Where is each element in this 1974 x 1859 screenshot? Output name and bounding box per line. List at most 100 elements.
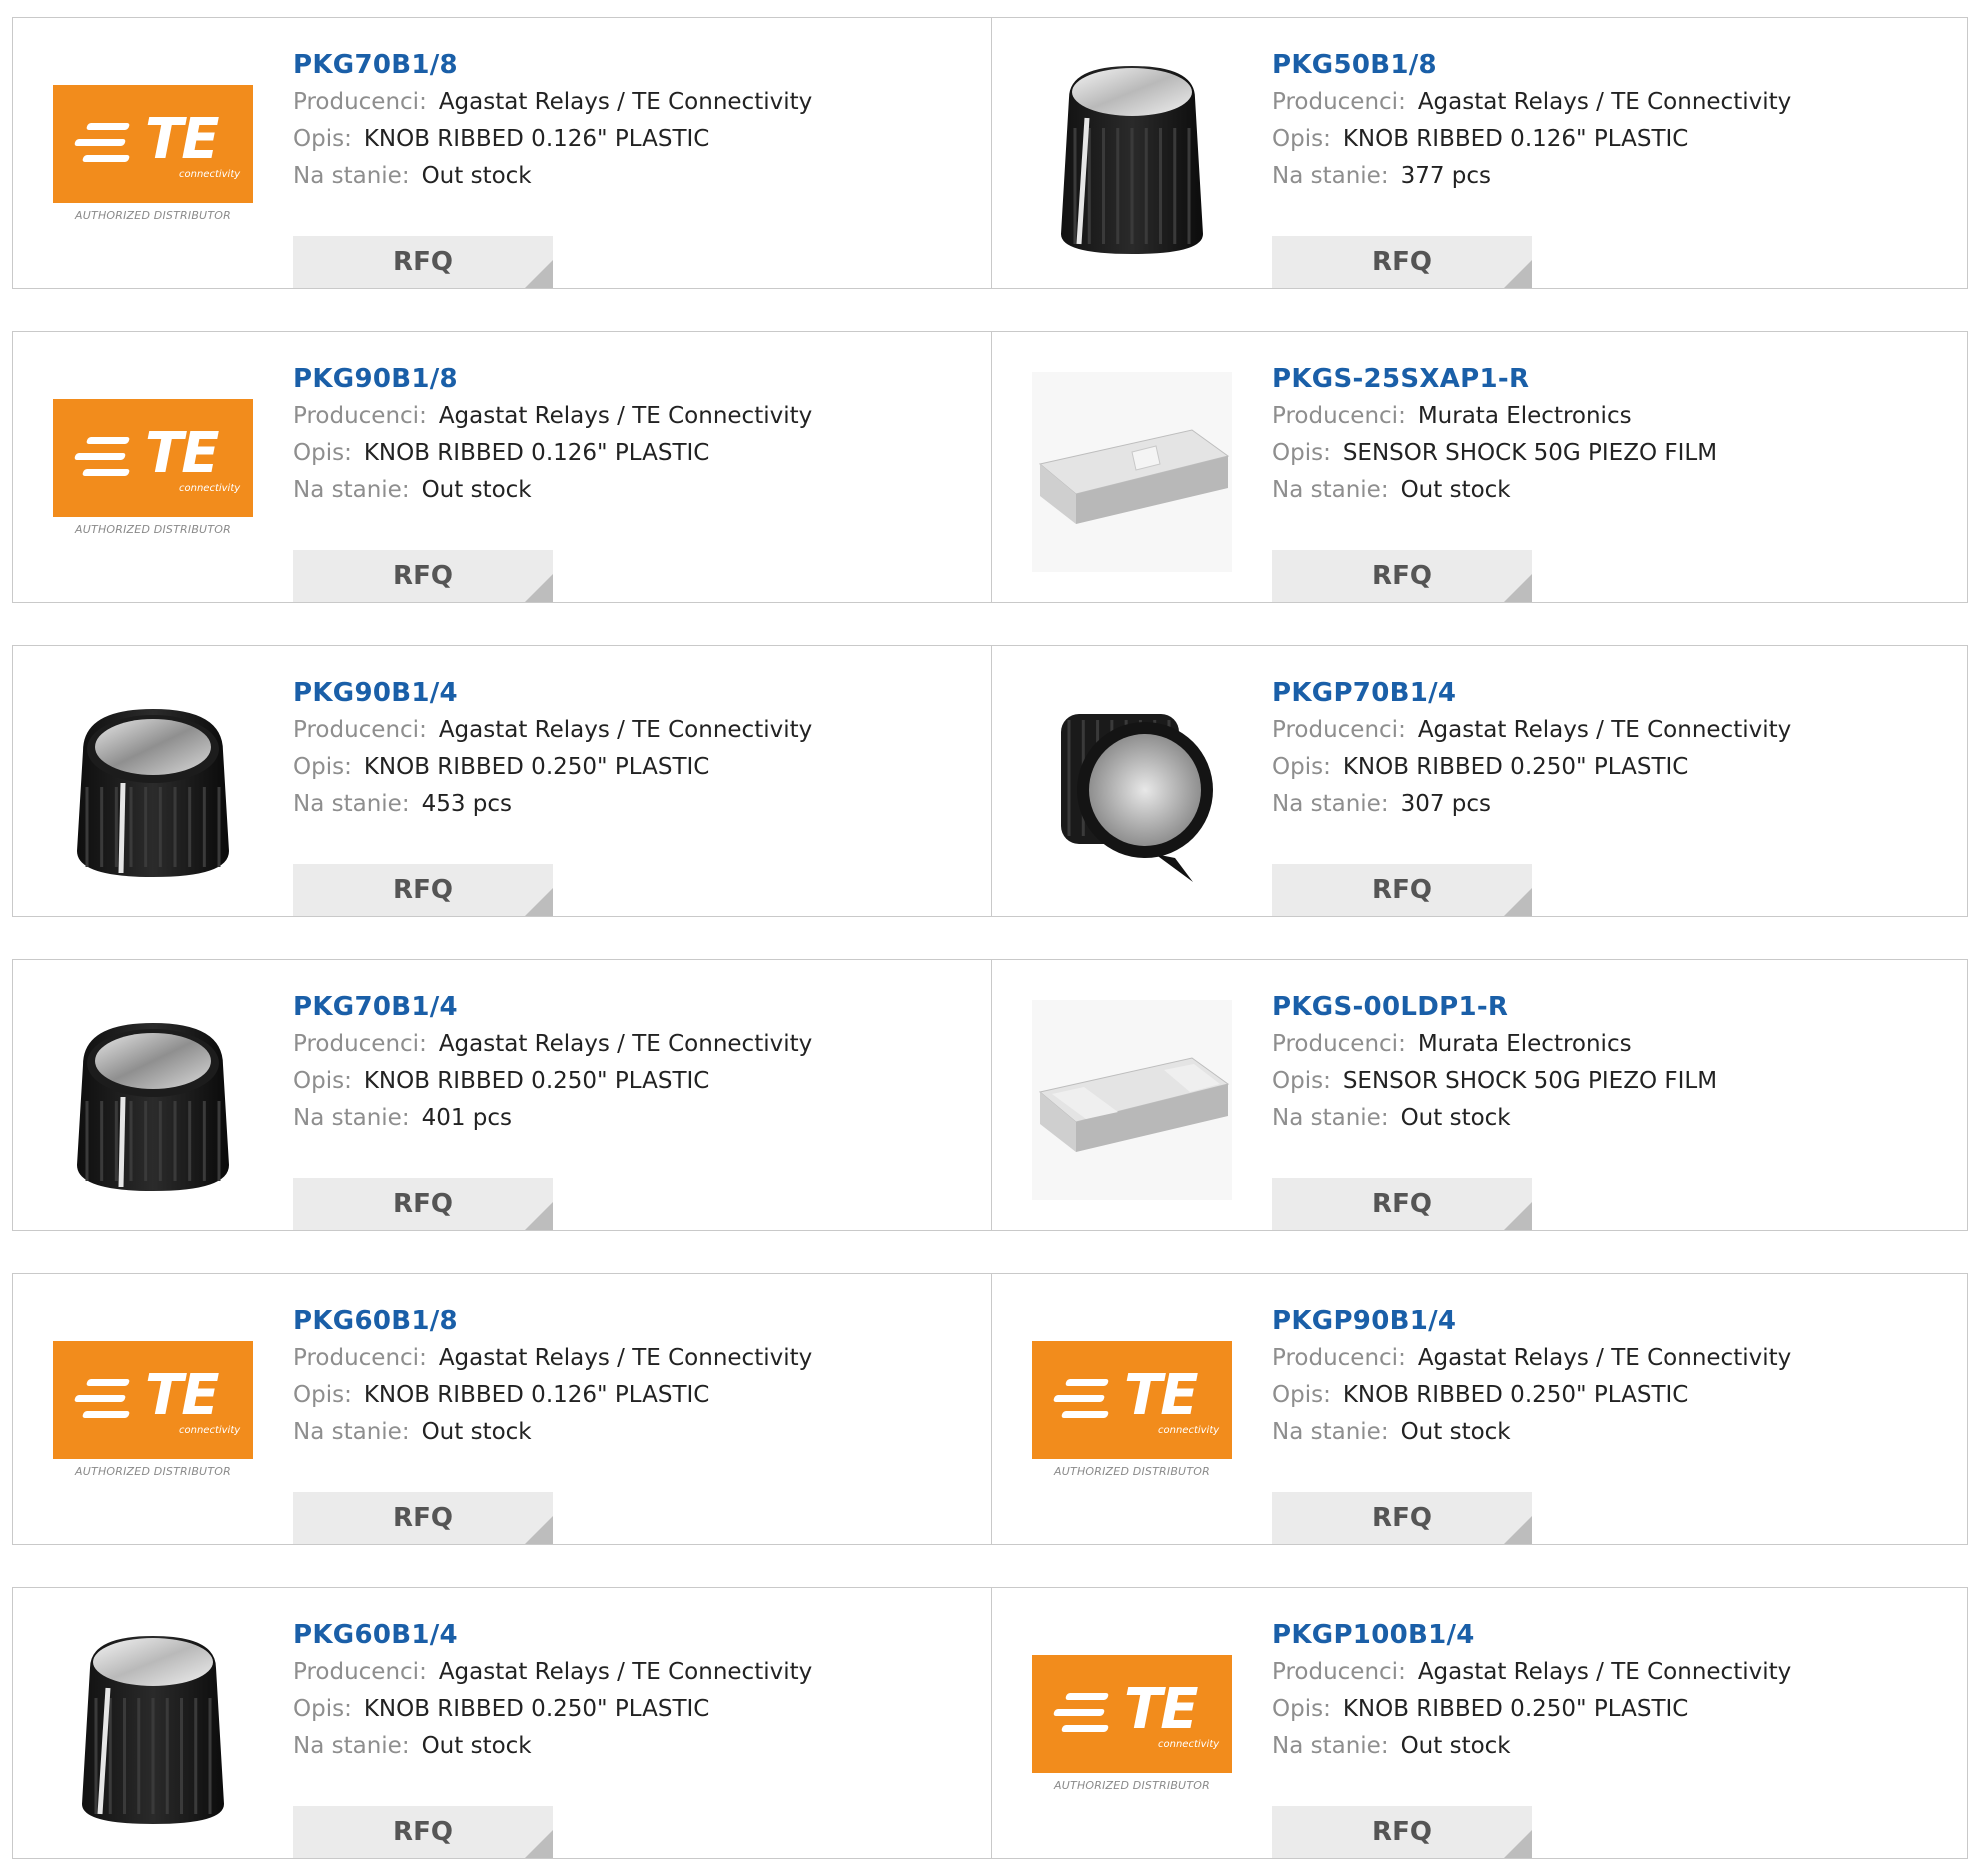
product-info: PKGP100B1/4 Producenci: Agastat Relays / T… bbox=[1272, 1616, 1958, 1858]
manufacturer-line: Producenci: Agastat Relays / TE Connectiv… bbox=[293, 398, 980, 435]
manufacturer-value: Murata Electronics bbox=[1417, 1031, 1632, 1057]
rfq-label: RFQ bbox=[393, 1817, 453, 1847]
rfq-button[interactable]: RFQ bbox=[1272, 550, 1532, 602]
stock-value: 453 pcs bbox=[421, 791, 513, 817]
description-value: KNOB RIBBED 0.126" PLASTIC bbox=[363, 440, 710, 466]
part-number-link[interactable]: PKG50B1/8 bbox=[1272, 46, 1958, 84]
corner-triangle-icon bbox=[1504, 1516, 1532, 1544]
stock-label: Na stanie: bbox=[293, 1419, 410, 1445]
part-number-link[interactable]: PKG70B1/4 bbox=[293, 988, 980, 1026]
part-number-link[interactable]: PKGP90B1/4 bbox=[1272, 1302, 1958, 1340]
corner-triangle-icon bbox=[1504, 1830, 1532, 1858]
description-value: KNOB RIBBED 0.250" PLASTIC bbox=[1342, 754, 1689, 780]
rfq-label: RFQ bbox=[1372, 561, 1432, 591]
manufacturer-value: Agastat Relays / TE Connectivity bbox=[438, 717, 813, 743]
description-line: Opis: KNOB RIBBED 0.250" PLASTIC bbox=[1272, 1691, 1958, 1728]
description-line: Opis: KNOB RIBBED 0.126" PLASTIC bbox=[293, 435, 980, 472]
description-value: KNOB RIBBED 0.250" PLASTIC bbox=[363, 754, 710, 780]
product-card: TE connectivity AUTHORIZED DISTRIBUTOR PKGP… bbox=[991, 1274, 1968, 1544]
manufacturer-line: Producenci: Agastat Relays / TE Connectiv… bbox=[293, 1654, 980, 1691]
stock-line: Na stanie: 453 pcs bbox=[293, 786, 980, 823]
part-number-link[interactable]: PKGS-00LDP1-R bbox=[1272, 988, 1958, 1026]
product-thumbnail[interactable] bbox=[1032, 58, 1232, 258]
product-card: PKG50B1/8 Producenci: Agastat Relays / TE … bbox=[991, 18, 1968, 288]
description-label: Opis: bbox=[293, 1068, 352, 1094]
rfq-label: RFQ bbox=[1372, 247, 1432, 277]
stock-value: Out stock bbox=[1400, 1419, 1511, 1445]
rfq-button[interactable]: RFQ bbox=[293, 864, 553, 916]
stock-line: Na stanie: 377 pcs bbox=[1272, 158, 1958, 195]
part-number-link[interactable]: PKGP100B1/4 bbox=[1272, 1616, 1958, 1654]
part-number-link[interactable]: PKG90B1/4 bbox=[293, 674, 980, 712]
description-value: KNOB RIBBED 0.126" PLASTIC bbox=[1342, 126, 1689, 152]
rfq-button[interactable]: RFQ bbox=[1272, 1806, 1532, 1858]
product-thumbnail[interactable]: TE connectivity AUTHORIZED DISTRIBUTOR bbox=[1032, 1314, 1232, 1514]
rfq-button[interactable]: RFQ bbox=[1272, 236, 1532, 288]
part-number-link[interactable]: PKG90B1/8 bbox=[293, 360, 980, 398]
rfq-button[interactable]: RFQ bbox=[293, 1178, 553, 1230]
rfq-button[interactable]: RFQ bbox=[293, 550, 553, 602]
description-value: KNOB RIBBED 0.126" PLASTIC bbox=[363, 1382, 710, 1408]
manufacturer-label: Producenci: bbox=[293, 89, 427, 115]
stock-value: Out stock bbox=[1400, 1733, 1511, 1759]
description-line: Opis: KNOB RIBBED 0.250" PLASTIC bbox=[293, 1063, 980, 1100]
product-card: PKGP70B1/4 Producenci: Agastat Relays / TE… bbox=[991, 646, 1968, 916]
product-thumbnail[interactable] bbox=[1032, 372, 1232, 572]
rfq-button[interactable]: RFQ bbox=[293, 1806, 553, 1858]
stock-value: 401 pcs bbox=[421, 1105, 513, 1131]
rfq-button[interactable]: RFQ bbox=[293, 1492, 553, 1544]
product-thumbnail[interactable]: TE connectivity AUTHORIZED DISTRIBUTOR bbox=[53, 1314, 253, 1514]
rfq-button[interactable]: RFQ bbox=[1272, 1492, 1532, 1544]
corner-triangle-icon bbox=[525, 574, 553, 602]
product-thumbnail[interactable] bbox=[53, 1000, 253, 1200]
product-thumbnail[interactable] bbox=[53, 1628, 253, 1828]
product-thumbnail[interactable]: TE connectivity AUTHORIZED DISTRIBUTOR bbox=[53, 58, 253, 258]
manufacturer-label: Producenci: bbox=[293, 1659, 427, 1685]
corner-triangle-icon bbox=[525, 1830, 553, 1858]
description-label: Opis: bbox=[1272, 126, 1331, 152]
rfq-button[interactable]: RFQ bbox=[1272, 1178, 1532, 1230]
description-line: Opis: KNOB RIBBED 0.126" PLASTIC bbox=[293, 1377, 980, 1414]
manufacturer-label: Producenci: bbox=[1272, 1031, 1406, 1057]
stock-label: Na stanie: bbox=[293, 1105, 410, 1131]
manufacturer-value: Agastat Relays / TE Connectivity bbox=[438, 403, 813, 429]
manufacturer-label: Producenci: bbox=[1272, 1345, 1406, 1371]
description-line: Opis: SENSOR SHOCK 50G PIEZO FILM bbox=[1272, 1063, 1958, 1100]
rfq-label: RFQ bbox=[393, 247, 453, 277]
part-number-link[interactable]: PKG60B1/4 bbox=[293, 1616, 980, 1654]
rfq-button[interactable]: RFQ bbox=[1272, 864, 1532, 916]
product-row: TE connectivity AUTHORIZED DISTRIBUTOR PKG6… bbox=[12, 1273, 1968, 1545]
corner-triangle-icon bbox=[525, 888, 553, 916]
te-connectivity-logo: TE connectivity AUTHORIZED DISTRIBUTOR bbox=[1032, 1341, 1232, 1487]
description-line: Opis: KNOB RIBBED 0.250" PLASTIC bbox=[293, 1691, 980, 1728]
manufacturer-line: Producenci: Agastat Relays / TE Connectiv… bbox=[293, 712, 980, 749]
stock-line: Na stanie: Out stock bbox=[1272, 1414, 1958, 1451]
corner-triangle-icon bbox=[525, 260, 553, 288]
product-row: PKG60B1/4 Producenci: Agastat Relays / TE … bbox=[12, 1587, 1968, 1859]
manufacturer-line: Producenci: Agastat Relays / TE Connectiv… bbox=[293, 1340, 980, 1377]
description-label: Opis: bbox=[1272, 1696, 1331, 1722]
part-number-link[interactable]: PKGS-25SXAP1-R bbox=[1272, 360, 1958, 398]
rfq-button[interactable]: RFQ bbox=[293, 236, 553, 288]
stock-line: Na stanie: Out stock bbox=[293, 158, 980, 195]
stock-value: Out stock bbox=[1400, 477, 1511, 503]
part-number-link[interactable]: PKG70B1/8 bbox=[293, 46, 980, 84]
manufacturer-line: Producenci: Murata Electronics bbox=[1272, 1026, 1958, 1063]
stock-line: Na stanie: Out stock bbox=[293, 472, 980, 509]
product-thumbnail[interactable]: TE connectivity AUTHORIZED DISTRIBUTOR bbox=[1032, 1628, 1232, 1828]
product-thumbnail[interactable]: TE connectivity AUTHORIZED DISTRIBUTOR bbox=[53, 372, 253, 572]
description-value: KNOB RIBBED 0.250" PLASTIC bbox=[1342, 1382, 1689, 1408]
part-number-link[interactable]: PKGP70B1/4 bbox=[1272, 674, 1958, 712]
product-thumbnail[interactable] bbox=[1032, 1000, 1232, 1200]
description-label: Opis: bbox=[293, 754, 352, 780]
te-connectivity-logo: TE connectivity AUTHORIZED DISTRIBUTOR bbox=[53, 399, 253, 545]
piezo-sensor-image bbox=[1032, 1000, 1232, 1200]
manufacturer-value: Murata Electronics bbox=[1417, 403, 1632, 429]
product-thumbnail[interactable] bbox=[1032, 686, 1232, 886]
part-number-link[interactable]: PKG60B1/8 bbox=[293, 1302, 980, 1340]
product-row: TE connectivity AUTHORIZED DISTRIBUTOR PKG7… bbox=[12, 17, 1968, 289]
description-line: Opis: KNOB RIBBED 0.126" PLASTIC bbox=[293, 121, 980, 158]
stock-label: Na stanie: bbox=[1272, 791, 1389, 817]
manufacturer-value: Agastat Relays / TE Connectivity bbox=[438, 1659, 813, 1685]
product-thumbnail[interactable] bbox=[53, 686, 253, 886]
